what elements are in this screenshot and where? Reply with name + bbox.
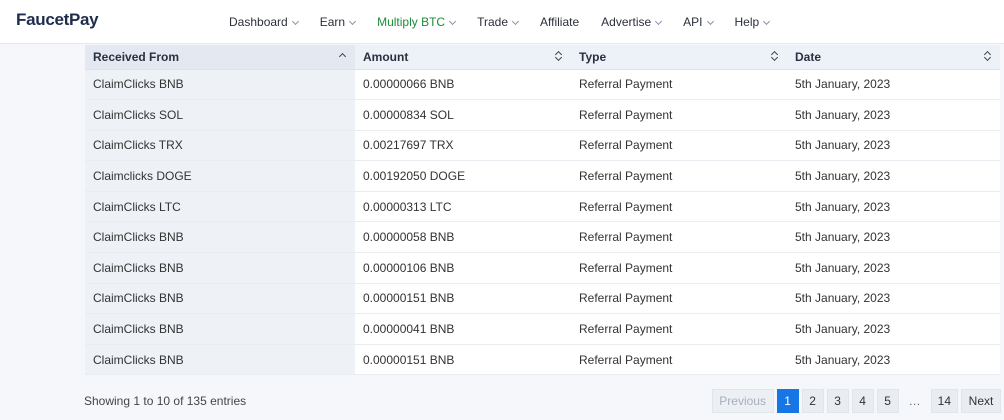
cell-received-from: ClaimClicks TRX	[85, 130, 355, 162]
table-body: ClaimClicks BNB 0.00000066 BNB Referral Pa…	[85, 69, 1000, 376]
table-header-row: Received From Amount Type Date	[85, 45, 1000, 70]
cell-amount: 0.00000058 BNB	[355, 221, 571, 254]
page-button-3[interactable]: 3	[826, 389, 849, 413]
cell-type: Referral Payment	[571, 313, 787, 345]
chevron-down-icon	[291, 17, 299, 25]
cell-date: 5th January, 2023	[787, 191, 1000, 223]
nav-item-multiply-btc[interactable]: Multiply BTC	[377, 15, 457, 29]
column-header-date[interactable]: Date	[787, 45, 1000, 70]
cell-date: 5th January, 2023	[787, 99, 1000, 131]
nav-item-affiliate[interactable]: Affiliate	[540, 15, 579, 29]
cell-type: Referral Payment	[571, 99, 787, 131]
nav-item-trade[interactable]: Trade	[477, 15, 520, 29]
table-row: ClaimClicks BNB 0.00000151 BNB Referral Pa…	[85, 344, 1000, 376]
nav-item-label: Earn	[319, 15, 346, 29]
cell-received-from: ClaimClicks BNB	[85, 283, 355, 315]
cell-date: 5th January, 2023	[787, 69, 1000, 101]
top-navbar: FaucetPay Dashboard Earn Multiply BTC Trade…	[0, 0, 1004, 44]
nav-item-earn[interactable]: Earn	[319, 15, 357, 29]
cell-received-from: Claimclicks DOGE	[85, 160, 355, 192]
cell-date: 5th January, 2023	[787, 130, 1000, 162]
nav-item-label: Dashboard	[229, 15, 288, 29]
page-button-4[interactable]: 4	[851, 389, 874, 413]
entries-info: Showing 1 to 10 of 135 entries	[84, 394, 247, 408]
cell-received-from: ClaimClicks BNB	[85, 344, 355, 376]
cell-date: 5th January, 2023	[787, 313, 1000, 345]
nav-item-label: Affiliate	[540, 15, 580, 29]
cell-type: Referral Payment	[571, 252, 787, 284]
cell-type: Referral Payment	[571, 221, 787, 254]
nav-item-label: Help	[734, 15, 760, 29]
cell-type: Referral Payment	[571, 344, 787, 376]
cell-received-from: ClaimClicks BNB	[85, 252, 355, 284]
cell-amount: 0.00000151 BNB	[355, 283, 571, 315]
nav-item-label: Advertise	[601, 15, 652, 29]
chevron-down-icon	[655, 17, 663, 25]
cell-type: Referral Payment	[571, 69, 787, 101]
cell-amount: 0.00000106 BNB	[355, 252, 571, 284]
table-row: ClaimClicks BNB 0.00000106 BNB Referral Pa…	[85, 252, 1000, 284]
table-row: Claimclicks DOGE 0.00192050 DOGE Referral …	[85, 160, 1000, 192]
column-header-type[interactable]: Type	[571, 45, 787, 70]
nav-item-advertise[interactable]: Advertise	[601, 15, 663, 29]
nav-item-help[interactable]: Help	[734, 15, 771, 29]
cell-received-from: ClaimClicks SOL	[85, 99, 355, 131]
cell-type: Referral Payment	[571, 283, 787, 315]
transactions-table: Received From Amount Type Date ClaimClic…	[85, 45, 1000, 376]
cell-amount: 0.00000066 BNB	[355, 69, 571, 101]
cell-type: Referral Payment	[571, 191, 787, 223]
cell-received-from: ClaimClicks BNB	[85, 221, 355, 254]
cell-amount: 0.00000041 BNB	[355, 313, 571, 345]
table-row: ClaimClicks BNB 0.00000041 BNB Referral Pa…	[85, 313, 1000, 345]
table-row: ClaimClicks BNB 0.00000066 BNB Referral Pa…	[85, 69, 1000, 101]
cell-amount: 0.00192050 DOGE	[355, 160, 571, 192]
sort-ascending-icon	[338, 52, 347, 61]
cell-date: 5th January, 2023	[787, 252, 1000, 284]
nav-item-dashboard[interactable]: Dashboard	[229, 15, 299, 29]
nav-item-api[interactable]: API	[683, 15, 714, 29]
cell-amount: 0.00000834 SOL	[355, 99, 571, 131]
cell-received-from: ClaimClicks BNB	[85, 313, 355, 345]
main-nav: Dashboard Earn Multiply BTC Trade Affiliate A…	[229, 0, 791, 44]
cell-amount: 0.00217697 TRX	[355, 130, 571, 162]
chevron-down-icon	[706, 17, 714, 25]
page-button-2[interactable]: 2	[801, 389, 824, 413]
pagination: Previous 1 2 3 4 5 … 14 Next	[709, 389, 1001, 413]
chevron-down-icon	[449, 17, 457, 25]
table-row: ClaimClicks LTC 0.00000313 LTC Referral Pa…	[85, 191, 1000, 223]
chevron-down-icon	[511, 17, 520, 25]
nav-item-label: Trade	[477, 15, 508, 29]
nav-item-label: Multiply BTC	[377, 15, 446, 29]
sort-both-icon	[983, 50, 992, 63]
table-row: ClaimClicks BNB 0.00000151 BNB Referral Pa…	[85, 283, 1000, 315]
cell-received-from: ClaimClicks LTC	[85, 191, 355, 223]
sort-both-icon	[554, 50, 563, 63]
cell-type: Referral Payment	[571, 160, 787, 192]
cell-type: Referral Payment	[571, 130, 787, 162]
page-button-14[interactable]: 14	[930, 389, 958, 413]
cell-received-from: ClaimClicks BNB	[85, 69, 355, 101]
column-header-amount[interactable]: Amount	[355, 45, 571, 70]
cell-amount: 0.00000151 BNB	[355, 344, 571, 376]
pagination-ellipsis: …	[908, 394, 921, 408]
cell-amount: 0.00000313 LTC	[355, 191, 571, 223]
cell-date: 5th January, 2023	[787, 344, 1000, 376]
table-row: ClaimClicks SOL 0.00000834 SOL Referral Pa…	[85, 99, 1000, 131]
cell-date: 5th January, 2023	[787, 283, 1000, 315]
cell-date: 5th January, 2023	[787, 160, 1000, 192]
faucetpay-logo[interactable]: FaucetPay	[16, 10, 99, 30]
cell-date: 5th January, 2023	[787, 221, 1000, 254]
table-row: ClaimClicks TRX 0.00217697 TRX Referral Pa…	[85, 130, 1000, 162]
next-page-button[interactable]: Next	[961, 389, 1001, 413]
table-row: ClaimClicks BNB 0.00000058 BNB Referral Pa…	[85, 221, 1000, 254]
column-header-received-from[interactable]: Received From	[85, 45, 355, 70]
chevron-down-icon	[763, 17, 771, 25]
page-button-5[interactable]: 5	[876, 389, 899, 413]
previous-page-button[interactable]: Previous	[711, 389, 774, 413]
page-button-1[interactable]: 1	[776, 389, 799, 413]
nav-item-label: API	[683, 15, 703, 29]
sort-both-icon	[770, 50, 779, 63]
chevron-down-icon	[349, 17, 357, 25]
transactions-table-container: Received From Amount Type Date ClaimClic…	[85, 45, 1000, 376]
